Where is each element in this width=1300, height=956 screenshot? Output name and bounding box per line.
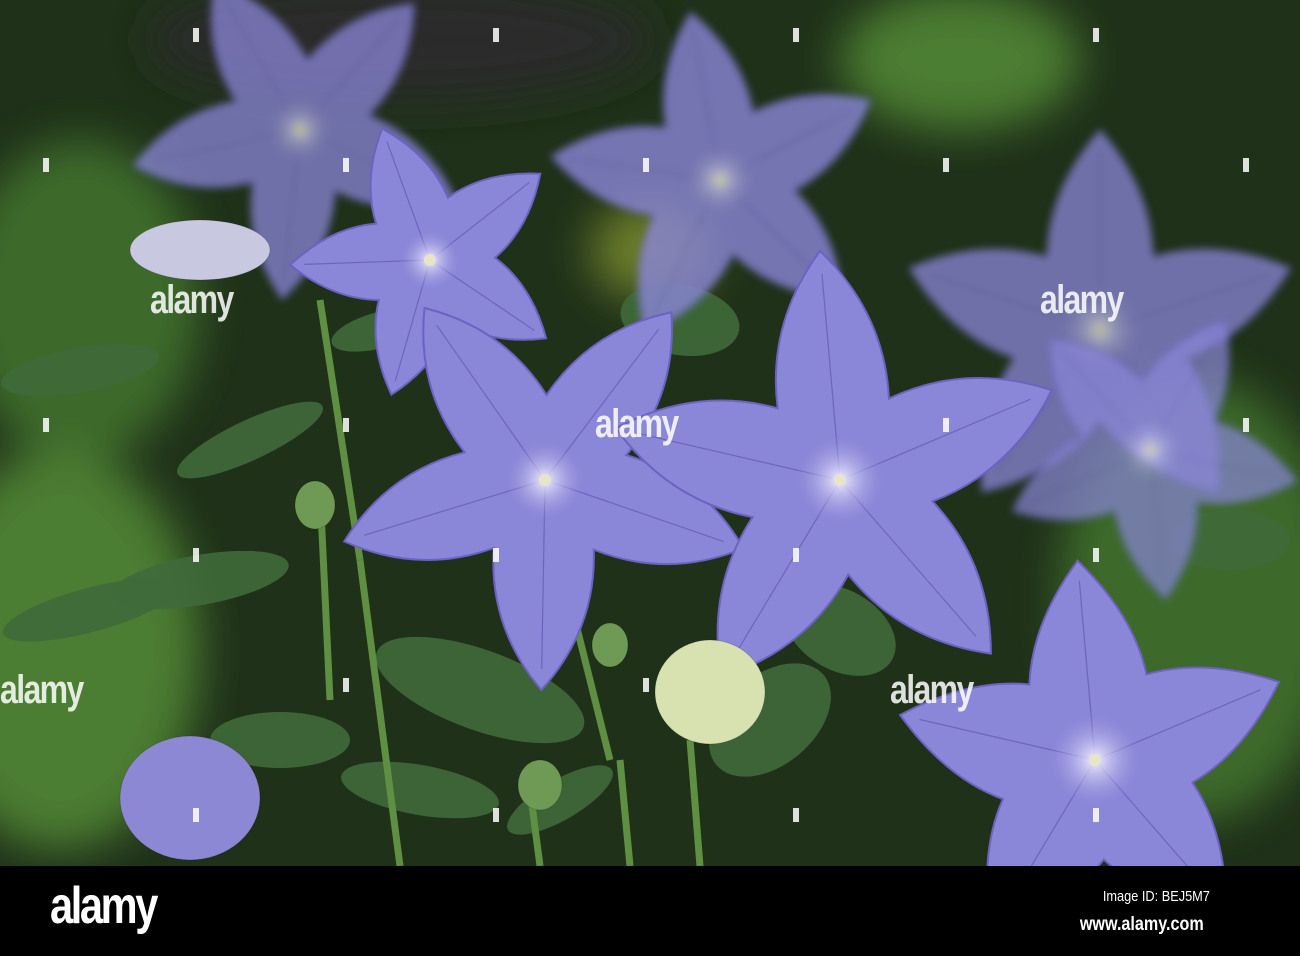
alamy-watermark: alamy	[595, 402, 679, 446]
watermark-mark	[343, 418, 349, 432]
stamen	[714, 174, 726, 186]
watermark-mark	[643, 678, 649, 692]
alamy-watermark: alamy	[1040, 278, 1124, 322]
flower-bud	[119, 735, 261, 861]
watermark-mark	[493, 28, 499, 42]
watermark-mark	[1093, 28, 1099, 42]
watermark-mark	[43, 418, 49, 432]
flower-bud	[129, 219, 271, 281]
watermark-mark	[1093, 548, 1099, 562]
watermark-mark	[793, 548, 799, 562]
watermark-mark	[1093, 808, 1099, 822]
alamy-watermark: alamy	[0, 668, 84, 712]
flower-bud	[591, 622, 629, 668]
watermark-mark	[493, 808, 499, 822]
watermark-mark	[193, 28, 199, 42]
image-id: Image ID: BEJ5M7	[1102, 888, 1210, 905]
footer-bar: alamy Image ID: BEJ5M7 www.alamy.com	[0, 866, 1300, 956]
stamen	[539, 474, 551, 486]
watermark-mark	[343, 158, 349, 172]
alamy-logo[interactable]: alamy	[50, 876, 158, 936]
watermark-mark	[643, 158, 649, 172]
stamen	[294, 124, 306, 136]
watermark-mark	[943, 158, 949, 172]
watermark-mark	[793, 808, 799, 822]
stamen	[1144, 444, 1156, 456]
watermark-mark	[193, 548, 199, 562]
alamy-watermark: alamy	[890, 668, 974, 712]
stamen	[1094, 324, 1106, 336]
flower-bud	[517, 759, 563, 811]
watermark-mark	[1243, 158, 1249, 172]
watermark-mark	[493, 548, 499, 562]
stock-photo-frame: alamy alamy alamy alamy alamy alamy Image ID…	[0, 0, 1300, 956]
watermark-mark	[793, 28, 799, 42]
flower-bud	[654, 639, 766, 745]
watermark-mark	[193, 808, 199, 822]
watermark-mark	[1243, 418, 1249, 432]
stamen	[1089, 754, 1101, 766]
alamy-watermark: alamy	[150, 278, 234, 322]
stamen	[424, 254, 436, 266]
watermark-mark	[43, 158, 49, 172]
flower-bud	[294, 480, 336, 530]
watermark-mark	[343, 678, 349, 692]
stamen	[834, 474, 846, 486]
website-link[interactable]: www.alamy.com	[1080, 914, 1204, 936]
watermark-mark	[943, 418, 949, 432]
